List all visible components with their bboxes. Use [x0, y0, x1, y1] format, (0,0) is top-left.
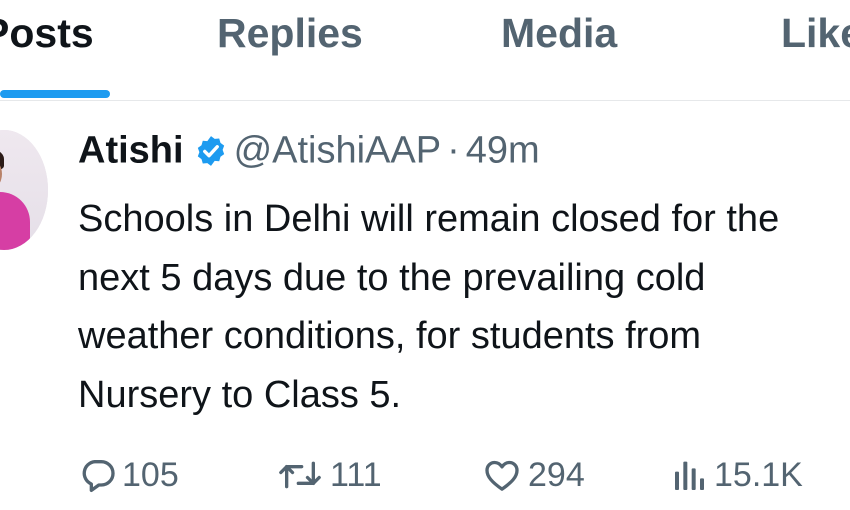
tab-replies[interactable]: Replies [217, 10, 363, 57]
views-button[interactable]: 15.1K [670, 448, 803, 502]
like-button[interactable]: 294 [480, 448, 585, 502]
author-name[interactable]: Atishi [78, 129, 184, 171]
views-icon [675, 461, 704, 490]
tab-posts[interactable]: Posts [0, 10, 94, 57]
repost-count: 111 [330, 455, 382, 494]
like-count: 294 [528, 455, 585, 494]
tweet-actions: 105 111 294 15.1K [78, 448, 850, 502]
tweet-text: Schools in Delhi will remain closed for … [78, 198, 780, 416]
tab-media[interactable]: Media [501, 10, 617, 57]
reply-icon [82, 460, 115, 492]
tweet-header: Atishi @AtishiAAP · 49m [78, 128, 540, 178]
tweet-timestamp[interactable]: 49m [466, 129, 540, 171]
tab-likes[interactable]: Likes [781, 10, 850, 57]
verified-badge-icon [197, 136, 224, 166]
active-tab-indicator [0, 90, 110, 98]
reply-button[interactable]: 105 [78, 448, 179, 502]
heart-icon [485, 460, 519, 491]
reply-count: 105 [122, 455, 179, 494]
profile-tabs: Posts Replies Media Likes [0, 0, 850, 101]
repost-icon [279, 461, 321, 489]
view-count: 15.1K [714, 455, 803, 494]
repost-button[interactable]: 111 [274, 448, 382, 502]
author-handle[interactable]: @AtishiAAP [234, 129, 442, 171]
avatar[interactable] [0, 130, 48, 250]
header-separator: · [447, 129, 460, 172]
